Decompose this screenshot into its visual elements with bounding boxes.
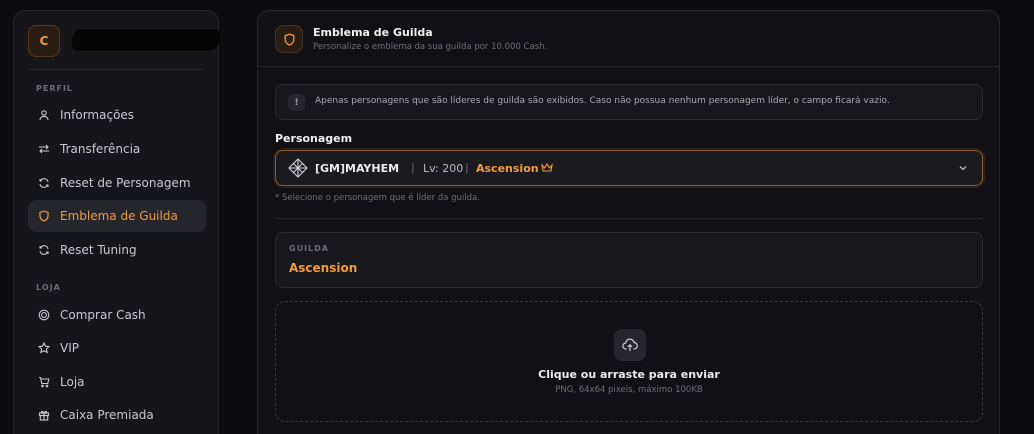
sidebar-item-label: Transferência [60,142,141,156]
upload-subtitle: PNG, 64x64 pixels, máximo 100KB [555,385,703,395]
avatar[interactable]: C [28,25,60,57]
sidebar-item-label: Reset Tuning [60,243,137,257]
sidebar-item-reset-tuning[interactable]: Reset Tuning [28,234,206,266]
notice-text: Apenas personagens que são líderes de gu… [315,96,890,106]
shield-icon [38,210,50,222]
profile-header[interactable]: C [28,25,220,57]
coin-icon [38,309,50,321]
page-title: Emblema de Guilda [313,26,433,39]
separator: | [411,161,415,174]
sidebar-item-label: Caixa Premiada [60,408,154,422]
divider [275,218,983,219]
crown-icon [541,163,553,172]
guild-info-card: GUILDA Ascension [275,232,983,288]
sidebar-item-reset-personagem[interactable]: Reset de Personagem [28,167,206,199]
divider [28,69,204,70]
sidebar-item-comprar-cash[interactable]: Comprar Cash [28,299,206,331]
character-field-label: Personagem [275,132,353,145]
user-icon [38,109,50,121]
sidebar-item-label: Emblema de Guilda [60,209,178,223]
section-label-perfil: PERFIL [36,84,74,93]
panel-header: Emblema de Guilda Personalize o emblema … [258,11,999,67]
sidebar-item-loja[interactable]: Loja [28,366,206,398]
sidebar-item-vip[interactable]: VIP [28,332,206,364]
sidebar-item-caixa-premiada[interactable]: Caixa Premiada [28,399,206,431]
sidebar-item-emblema-guilda[interactable]: Emblema de Guilda [28,200,206,232]
character-hint: * Selecione o personagem que é líder da … [275,193,480,203]
sidebar-item-label: Informações [60,108,135,122]
cloud-upload-icon [614,329,646,361]
gift-icon [38,409,50,421]
alert-icon: ! [288,94,305,111]
character-name: [GM]MAYHEM [315,162,400,175]
transfer-icon [38,143,50,155]
sidebar: C PERFIL Informações Transferência Reset… [13,10,220,434]
character-class-icon [288,158,308,178]
page-subtitle: Personalize o emblema da sua guilda por … [313,42,548,52]
refresh-icon [38,177,50,189]
emblem-upload-dropzone[interactable]: Clique ou arraste para enviar PNG, 64x64… [275,301,983,422]
sidebar-item-label: Reset de Personagem [60,176,191,190]
separator: | [465,161,469,174]
shield-icon [275,25,303,53]
refresh-icon [38,244,50,256]
sidebar-item-label: Comprar Cash [60,308,146,322]
sidebar-item-informacoes[interactable]: Informações [28,99,206,131]
info-notice: ! Apenas personagens que são líderes de … [275,84,983,120]
sidebar-item-label: Loja [60,375,85,389]
upload-title: Clique ou arraste para enviar [538,368,720,381]
cart-icon [38,376,50,388]
guild-name: Ascension [289,261,358,275]
sidebar-item-label: VIP [60,341,79,355]
character-select[interactable]: [GM]MAYHEM | Lv: 200 | Ascension [275,150,983,186]
character-level: Lv: 200 [423,162,464,175]
guild-label: GUILDA [289,244,329,253]
guild-emblem-panel: Emblema de Guilda Personalize o emblema … [257,10,1000,434]
star-icon [38,342,50,354]
character-guild: Ascension [476,162,539,175]
sidebar-item-transferencia[interactable]: Transferência [28,133,206,165]
redacted-username [72,29,220,51]
chevron-down-icon[interactable] [958,163,968,173]
section-label-loja: LOJA [36,283,61,292]
